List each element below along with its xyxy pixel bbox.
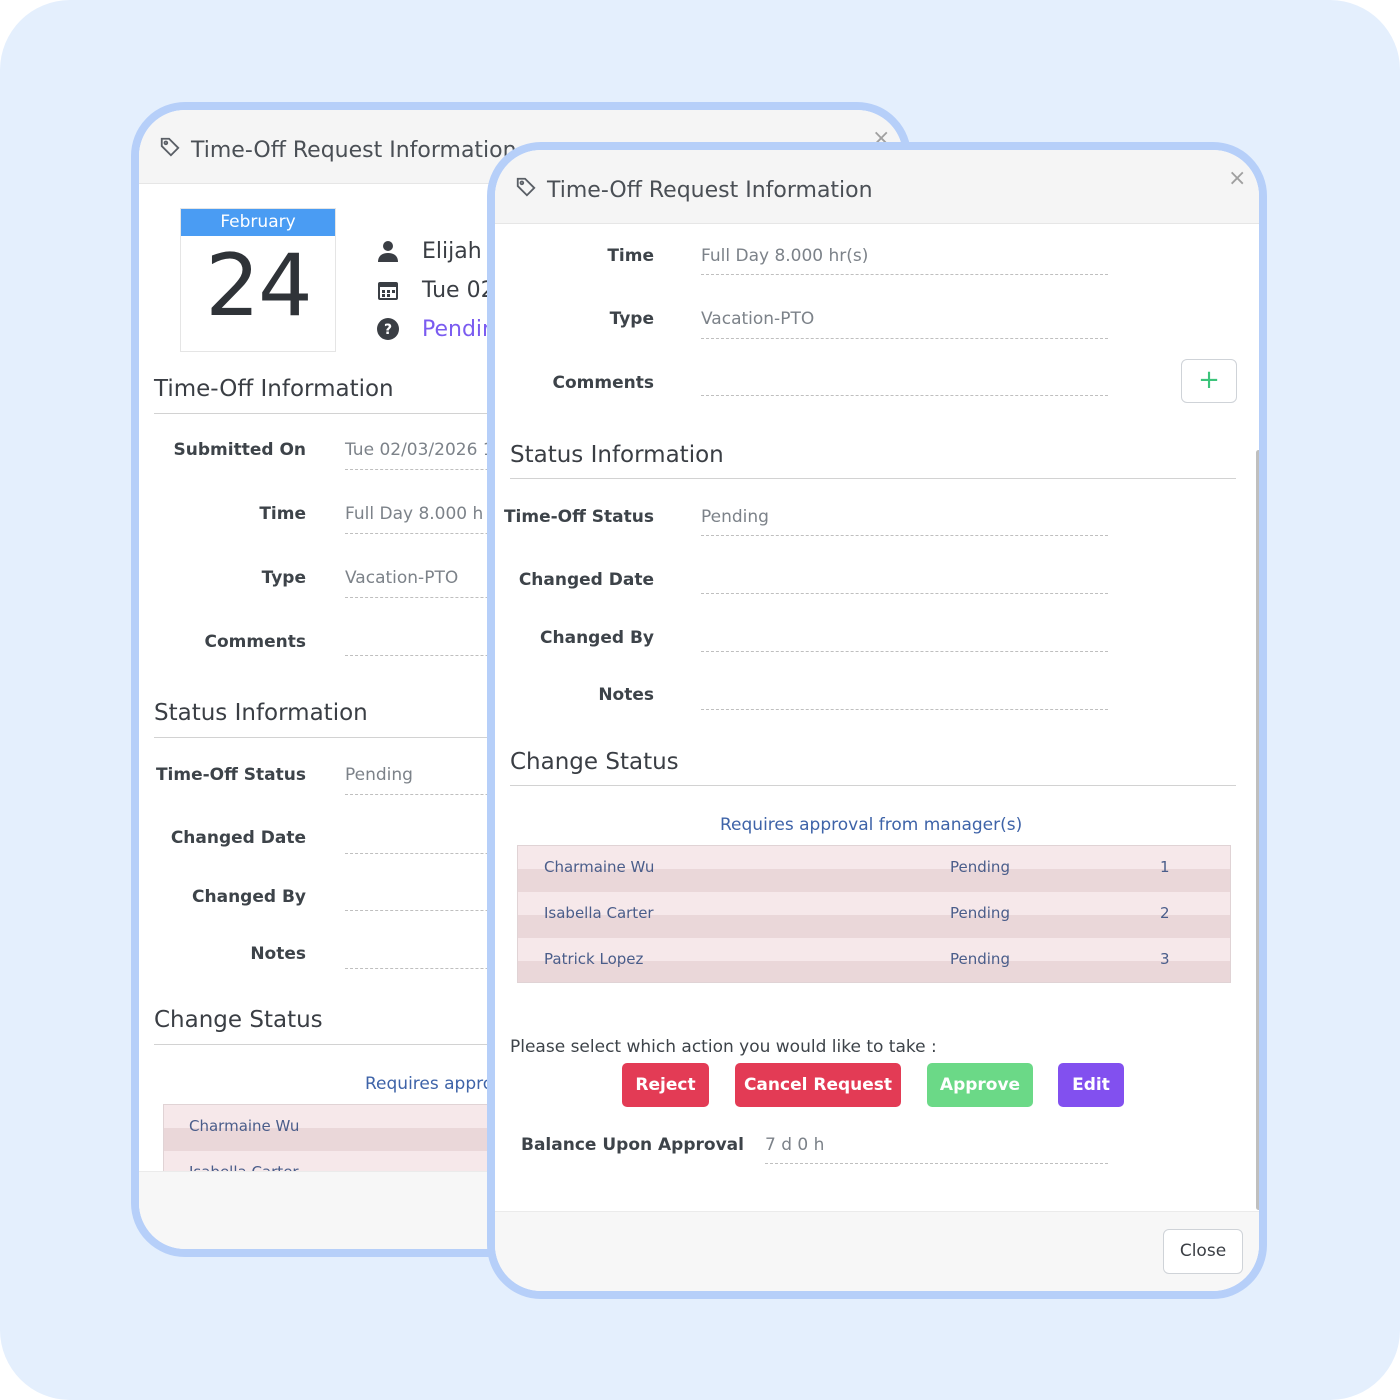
cancel-request-button[interactable]: Cancel Request xyxy=(735,1063,901,1107)
table-row: Patrick Lopez Pending 3 xyxy=(518,938,1230,982)
table-row: Charmaine Wu Pending 1 xyxy=(518,846,1230,892)
divider xyxy=(510,785,1236,786)
reject-button[interactable]: Reject xyxy=(622,1063,709,1107)
approver-name: Charmaine Wu xyxy=(544,858,655,876)
time-off-request-modal: Time-Off Request Information × Time Full… xyxy=(487,142,1267,1299)
section-time-off-information: Time-Off Information xyxy=(154,376,394,402)
canvas: Time-Off Request Information × February … xyxy=(0,0,1400,1400)
requires-approval-text: Requires appro xyxy=(365,1074,494,1094)
comments-label: Comments xyxy=(552,373,654,393)
balance-label: Balance Upon Approval xyxy=(521,1135,744,1155)
approver-name: Isabella Carter xyxy=(544,904,654,922)
section-status-information: Status Information xyxy=(510,442,724,468)
requires-approval-text: Requires approval from manager(s) xyxy=(720,815,1023,835)
approver-order: 3 xyxy=(1160,950,1170,968)
approver-order: 1 xyxy=(1160,858,1170,876)
time-off-status-label: Time-Off Status xyxy=(503,507,654,527)
type-label: Type xyxy=(609,309,654,329)
section-change-status: Change Status xyxy=(510,749,679,775)
time-value: Full Day 8.000 hr(s) xyxy=(701,246,869,266)
modal-title: Time-Off Request Information xyxy=(547,178,873,203)
submitted-on-value: Tue 02/03/2026 1 xyxy=(345,440,494,460)
calendar-month: February xyxy=(181,209,335,236)
approver-status: Pending xyxy=(950,858,1010,876)
changed-date-label: Changed Date xyxy=(518,570,654,590)
edit-button[interactable]: Edit xyxy=(1058,1063,1124,1107)
user-icon xyxy=(376,239,400,263)
field-underline xyxy=(701,593,1108,594)
changed-by-label: Changed By xyxy=(540,628,654,648)
table-row: Isabella Carter Pending 2 xyxy=(518,892,1230,938)
divider xyxy=(510,478,1236,479)
time-off-status-value: Pending xyxy=(701,507,769,527)
calendar-day: 24 xyxy=(205,236,312,336)
tag-icon xyxy=(515,176,537,202)
notes-label: Notes xyxy=(250,944,306,964)
approver-status: Pending xyxy=(950,950,1010,968)
field-underline xyxy=(701,535,1108,536)
scrollbar[interactable] xyxy=(1256,450,1259,1210)
approver-name: Patrick Lopez xyxy=(544,950,644,968)
type-value: Vacation-PTO xyxy=(345,568,459,588)
close-button[interactable]: Close xyxy=(1163,1229,1243,1274)
tag-icon xyxy=(159,136,181,162)
calendar-icon xyxy=(376,278,400,302)
field-underline xyxy=(701,274,1108,275)
approver-order: 2 xyxy=(1160,904,1170,922)
approve-button[interactable]: Approve xyxy=(927,1063,1033,1107)
add-comment-button[interactable]: + xyxy=(1181,359,1237,403)
field-underline xyxy=(701,709,1108,710)
date-row: Tue 02/ xyxy=(376,275,502,305)
field-underline xyxy=(701,651,1108,652)
approver-name: Charmaine Wu xyxy=(189,1117,300,1135)
approvers-table: Charmaine Wu Pending 1 Isabella Carter P… xyxy=(517,845,1231,983)
status-link[interactable]: Pendin xyxy=(422,317,496,342)
type-label: Type xyxy=(261,568,306,588)
section-status-information: Status Information xyxy=(154,700,368,726)
modal-header: Time-Off Request Information × xyxy=(495,150,1259,224)
comments-label: Comments xyxy=(204,632,306,652)
balance-value: 7 d 0 h xyxy=(765,1135,825,1155)
notes-label: Notes xyxy=(598,685,654,705)
modal-title: Time-Off Request Information xyxy=(191,138,517,163)
comments-field[interactable] xyxy=(701,395,1108,396)
close-icon[interactable]: × xyxy=(1228,166,1246,191)
time-label: Time xyxy=(607,246,654,266)
type-value: Vacation-PTO xyxy=(701,309,815,329)
status-row: ? Pendin xyxy=(376,314,496,344)
section-change-status: Change Status xyxy=(154,1007,323,1033)
approver-status: Pending xyxy=(950,904,1010,922)
field-underline xyxy=(765,1163,1108,1164)
svg-text:?: ? xyxy=(384,322,392,338)
calendar-date-card: February 24 xyxy=(181,209,335,351)
modal-footer xyxy=(495,1211,1259,1291)
submitted-on-label: Submitted On xyxy=(173,440,306,460)
changed-by-label: Changed By xyxy=(192,887,306,907)
changed-date-label: Changed Date xyxy=(170,828,306,848)
field-underline xyxy=(701,338,1108,339)
time-off-status-label: Time-Off Status xyxy=(155,765,306,785)
action-prompt: Please select which action you would lik… xyxy=(510,1037,937,1057)
time-value: Full Day 8.000 h xyxy=(345,504,484,524)
time-label: Time xyxy=(259,504,306,524)
time-off-status-value: Pending xyxy=(345,765,413,785)
question-circle-icon: ? xyxy=(376,317,400,341)
